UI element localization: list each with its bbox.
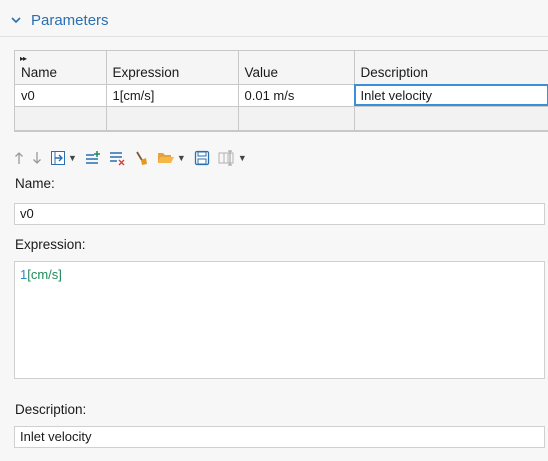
move-up-icon[interactable] <box>14 148 24 168</box>
name-field[interactable]: v0 <box>14 203 545 225</box>
section-title: Parameters <box>31 11 109 29</box>
column-header-description[interactable]: Description <box>354 51 548 85</box>
divider <box>0 36 548 37</box>
expression-field[interactable]: 1[cm/s] <box>14 261 545 379</box>
description-field[interactable]: Inlet velocity <box>14 426 545 448</box>
dropdown-arrow-icon[interactable]: ▼ <box>177 153 186 163</box>
load-from-file-button[interactable]: ▼ <box>157 148 186 168</box>
cell-value[interactable]: 0.01 m/s <box>238 84 355 107</box>
table-row-empty[interactable] <box>15 106 548 131</box>
save-to-file-icon[interactable] <box>194 148 210 168</box>
insert-column-button[interactable]: ▼ <box>50 148 77 168</box>
dropdown-arrow-icon[interactable]: ▼ <box>68 153 77 163</box>
expression-label: Expression: <box>15 237 86 252</box>
clear-table-icon[interactable] <box>133 148 149 168</box>
move-down-icon[interactable] <box>32 148 42 168</box>
cell-name[interactable]: v0 <box>15 84 107 107</box>
column-settings-icon <box>218 150 234 166</box>
parameters-table[interactable]: ▸▸ Name Expression Value Description v0 … <box>14 50 548 132</box>
name-label: Name: <box>15 176 55 191</box>
column-select-icon[interactable]: ▸▸ <box>20 54 27 63</box>
column-header-value[interactable]: Value <box>238 51 355 85</box>
cell-empty[interactable] <box>15 106 107 131</box>
expression-unit: [cm/s] <box>27 267 62 282</box>
column-header-name[interactable]: ▸▸ Name <box>15 51 107 85</box>
insert-column-icon <box>51 151 65 165</box>
cell-empty[interactable] <box>238 106 355 131</box>
column-header-expression[interactable]: Expression <box>106 51 239 85</box>
cell-expression[interactable]: 1[cm/s] <box>106 84 239 107</box>
section-header[interactable]: Parameters <box>10 9 109 31</box>
table-toolbar: ▼ ▼ ▼ <box>14 147 247 169</box>
cell-description[interactable]: Inlet velocity <box>354 84 548 107</box>
column-settings-button[interactable]: ▼ <box>218 148 247 168</box>
table-header-row: ▸▸ Name Expression Value Description <box>15 51 548 85</box>
delete-rows-icon[interactable] <box>109 148 125 168</box>
dropdown-arrow-icon[interactable]: ▼ <box>238 153 247 163</box>
add-row-icon[interactable] <box>85 148 101 168</box>
description-label: Description: <box>15 402 87 417</box>
cell-empty[interactable] <box>106 106 239 131</box>
load-from-file-icon <box>157 153 174 163</box>
table-row[interactable]: v0 1[cm/s] 0.01 m/s Inlet velocity <box>15 84 548 107</box>
cell-empty[interactable] <box>354 106 548 131</box>
chevron-down-icon <box>11 17 21 24</box>
